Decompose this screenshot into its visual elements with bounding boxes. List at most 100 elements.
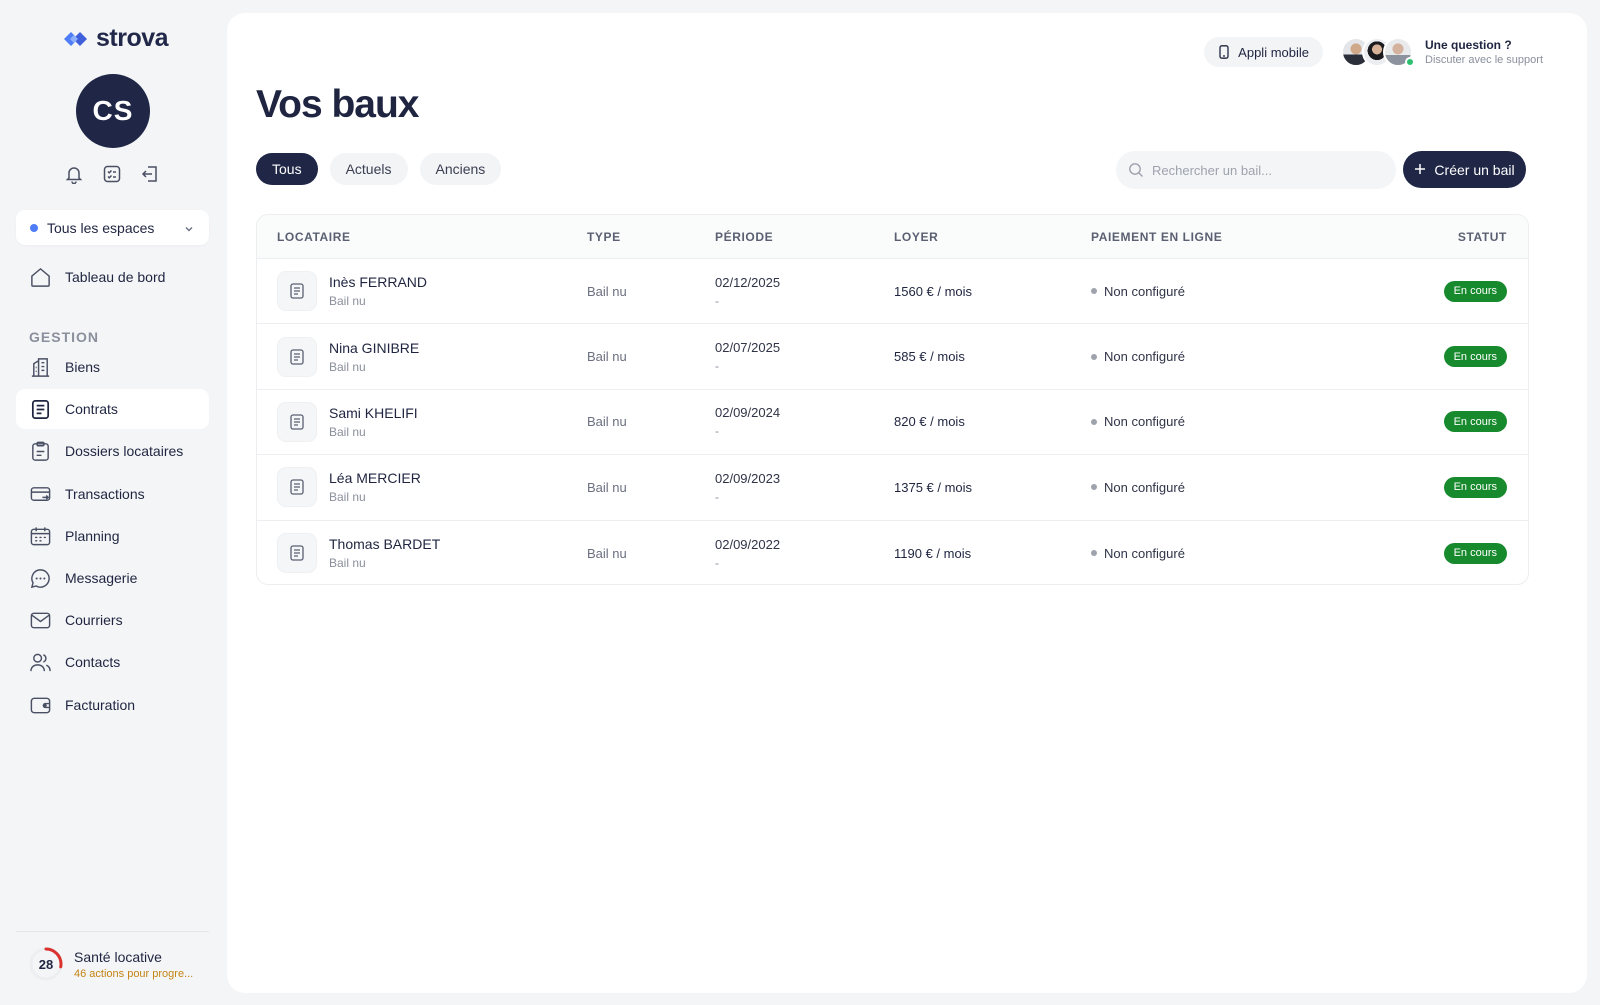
checklist-icon[interactable] — [102, 164, 122, 184]
cell-paiement: Non configuré — [1091, 349, 1391, 364]
cell-type: Bail nu — [587, 545, 627, 561]
column-header-locataire[interactable]: LOCATAIRE — [257, 230, 587, 244]
sidebar-item-label: Messagerie — [65, 570, 138, 586]
support-title: Une question ? — [1425, 38, 1512, 52]
tenant-lease-type: Bail nu — [329, 359, 366, 374]
sidebar-item-transactions[interactable]: Transactions — [16, 474, 209, 514]
header-actions: Appli mobile Une question ? Discuter ave… — [1204, 37, 1543, 67]
search-box[interactable] — [1116, 151, 1396, 189]
tenant-lease-type: Bail nu — [329, 294, 366, 309]
period-start: 02/09/2024 — [715, 405, 781, 421]
table-row[interactable]: Thomas BARDET Bail nu Bail nu 02/09/2022… — [257, 521, 1528, 584]
payment-status-dot — [1091, 288, 1097, 295]
chevron-down-icon — [183, 222, 195, 234]
table-row[interactable]: Léa MERCIER Bail nu Bail nu 02/09/2023 -… — [257, 455, 1528, 521]
payment-status-dot — [1091, 418, 1097, 425]
cell-paiement: Non configuré — [1091, 284, 1391, 299]
cell-statut: En cours — [1391, 476, 1528, 498]
cell-type: Bail nu — [587, 349, 627, 365]
cell-paiement: Non configuré — [1091, 414, 1391, 429]
brand-logo[interactable]: strova — [62, 24, 169, 53]
sidebar-item-dashboard[interactable]: Tableau de bord — [16, 257, 209, 297]
cell-locataire: Thomas BARDET Bail nu — [257, 533, 587, 574]
cell-statut: En cours — [1391, 346, 1528, 368]
table-row[interactable]: Sami KHELIFI Bail nu Bail nu 02/09/2024 … — [257, 390, 1528, 456]
cell-loyer: 585 € / mois — [894, 349, 965, 365]
status-badge: En cours — [1443, 346, 1507, 368]
tab-tous[interactable]: Tous — [256, 153, 318, 185]
payment-status: Non configuré — [1104, 414, 1185, 430]
column-header-loyer[interactable]: LOYER — [894, 230, 1091, 244]
tab-anciens[interactable]: Anciens — [419, 153, 502, 185]
search-icon — [1128, 162, 1144, 178]
column-header-paiement[interactable]: PAIEMENT EN LIGNE — [1091, 230, 1391, 244]
sidebar-item-label: Tableau de bord — [65, 269, 166, 285]
support-avatars[interactable] — [1341, 37, 1415, 67]
space-selector[interactable]: Tous les espaces — [16, 210, 209, 245]
tenant-name: Nina GINIBRE — [329, 339, 420, 356]
mobile-app-label: Appli mobile — [1238, 44, 1309, 60]
table-row[interactable]: Inès FERRAND Bail nu Bail nu 02/12/2025 … — [257, 259, 1528, 325]
column-header-periode[interactable]: PÉRIODE — [715, 230, 894, 244]
lease-document-icon — [277, 401, 317, 442]
space-selector-label: Tous les espaces — [47, 219, 155, 236]
payment-status: Non configuré — [1104, 349, 1185, 365]
sidebar-item-label: Transactions — [65, 486, 145, 502]
sidebar-item-courriers[interactable]: Courriers — [16, 600, 209, 640]
tenant-name: Léa MERCIER — [329, 470, 421, 487]
status-badge: En cours — [1443, 542, 1507, 564]
tenant-name: Sami KHELIFI — [329, 404, 418, 421]
period-end: - — [715, 555, 719, 570]
sidebar-item-contrats[interactable]: Contrats — [16, 389, 209, 429]
page-title: Vos baux — [256, 83, 419, 126]
cell-periode: 02/07/2025 - — [715, 340, 894, 373]
lease-document-icon — [277, 467, 317, 508]
search-input[interactable] — [1152, 162, 1382, 178]
calendar-icon — [29, 525, 52, 548]
leases-table: LOCATAIRE TYPE PÉRIODE LOYER PAIEMENT EN… — [256, 214, 1529, 585]
logout-icon[interactable] — [140, 164, 160, 184]
health-score-ring: 28 — [28, 946, 64, 982]
space-dot — [30, 223, 38, 232]
cell-type: Bail nu — [587, 479, 627, 495]
health-score-widget[interactable]: 28 Santé locative 46 actions pour progre… — [28, 946, 193, 982]
mobile-app-button[interactable]: Appli mobile — [1204, 37, 1323, 67]
cell-statut: En cours — [1391, 280, 1528, 302]
sidebar-item-biens[interactable]: Biens — [16, 347, 209, 387]
payment-status-dot — [1091, 353, 1097, 360]
column-header-type[interactable]: TYPE — [587, 230, 715, 244]
sidebar: strova CS Tous les espaces Tableau de bo… — [0, 0, 226, 1005]
tenant-name: Thomas BARDET — [329, 536, 441, 553]
card-transfer-icon — [29, 483, 52, 506]
bell-icon[interactable] — [64, 164, 84, 185]
section-label-gestion: GESTION — [29, 329, 100, 345]
create-lease-button[interactable]: Créer un bail — [1403, 151, 1526, 188]
sidebar-item-messagerie[interactable]: Messagerie — [16, 558, 209, 598]
tab-actuels[interactable]: Actuels — [329, 153, 408, 185]
sidebar-divider — [16, 931, 209, 932]
period-start: 02/09/2022 — [715, 536, 781, 552]
sidebar-item-label: Facturation — [65, 697, 136, 713]
sidebar-item-planning[interactable]: Planning — [16, 516, 209, 556]
cell-loyer: 1190 € / mois — [894, 545, 972, 561]
cell-statut: En cours — [1391, 411, 1528, 433]
table-row[interactable]: Nina GINIBRE Bail nu Bail nu 02/07/2025 … — [257, 324, 1528, 390]
user-avatar[interactable]: CS — [76, 74, 150, 148]
column-header-statut[interactable]: STATUT — [1391, 230, 1528, 244]
sidebar-item-contacts[interactable]: Contacts — [16, 642, 209, 682]
brand-name: strova — [96, 24, 169, 52]
period-end: - — [715, 489, 719, 504]
tenant-name: Inès FERRAND — [329, 274, 428, 291]
lease-document-icon — [277, 336, 317, 377]
create-lease-label: Créer un bail — [1434, 161, 1515, 178]
lease-document-icon — [277, 271, 317, 312]
building-icon — [29, 356, 52, 379]
support-link[interactable]: Une question ? Discuter avec le support — [1425, 38, 1543, 66]
phone-icon — [1218, 45, 1230, 59]
cell-loyer: 820 € / mois — [894, 414, 965, 430]
cell-locataire: Inès FERRAND Bail nu — [257, 271, 587, 312]
cell-locataire: Léa MERCIER Bail nu — [257, 467, 587, 508]
sidebar-item-dossiers-locataires[interactable]: Dossiers locataires — [16, 431, 209, 471]
sidebar-item-facturation[interactable]: Facturation — [16, 685, 209, 725]
cell-locataire: Nina GINIBRE Bail nu — [257, 336, 587, 377]
